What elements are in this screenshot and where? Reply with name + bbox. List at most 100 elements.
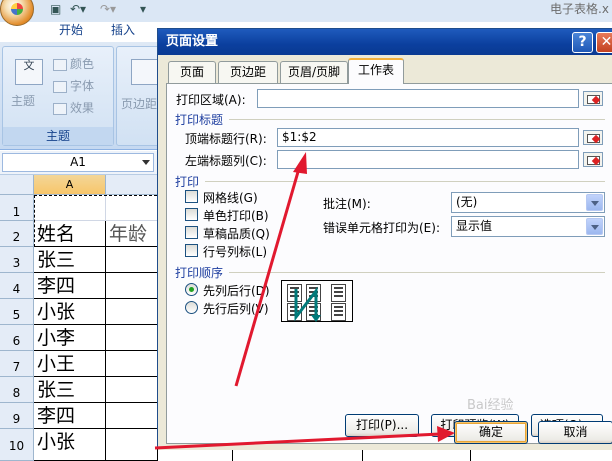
left-cols-label: 左端标题列(C): (185, 154, 267, 168)
draft-checkbox[interactable] (185, 226, 198, 239)
row-header-8[interactable]: 8 (0, 377, 34, 403)
left-cols-collapse-icon[interactable] (583, 152, 603, 167)
undo-icon[interactable]: ↶▾ (70, 2, 86, 18)
column-header-a[interactable]: A (34, 175, 106, 195)
errors-select[interactable]: 显示值 (451, 216, 605, 237)
row-header-1[interactable]: 1 (0, 195, 34, 221)
chevron-down-icon[interactable] (586, 218, 603, 235)
mono-checkbox[interactable] (185, 208, 198, 221)
page-setup-dialog: 页面设置 ? ✕ 页面 页边距 页眉/页脚 工作表 打印区域(A): 打印标题 … (157, 28, 612, 450)
mono-label[interactable]: 单色打印(B) (203, 207, 269, 224)
print-area-collapse-icon[interactable] (583, 91, 603, 106)
dialog-title-bar[interactable]: 页面设置 (158, 29, 612, 55)
tab-insert[interactable]: 插入 (100, 20, 146, 42)
sheet-tab-panel: 打印区域(A): 打印标题 顶端标题行(R): $1:$2 左端标题列(C): … (166, 83, 612, 444)
effects-icon (53, 102, 67, 115)
cell-a1[interactable] (34, 195, 106, 221)
dialog-title: 页面设置 (166, 34, 219, 49)
cell-a9[interactable]: 李四 (34, 403, 106, 429)
draft-label[interactable]: 草稿品质(Q) (203, 225, 270, 242)
watermark: Bai经验 (467, 398, 514, 413)
print-order-section: 打印顺序 (175, 266, 224, 280)
row-header-3[interactable]: 3 (0, 247, 34, 273)
divider (229, 272, 605, 273)
help-icon[interactable]: ? (572, 32, 593, 53)
dialog-body: 页面 页边距 页眉/页脚 工作表 打印区域(A): 打印标题 顶端标题行(R):… (158, 55, 612, 450)
quick-access-toolbar (0, 0, 612, 22)
print-area-input[interactable] (257, 89, 579, 108)
cancel-button[interactable]: 取消 (538, 421, 612, 444)
chevron-down-icon[interactable] (586, 194, 603, 211)
cell-a2[interactable]: 姓名 (34, 221, 106, 247)
row-header-6[interactable]: 6 (0, 325, 34, 351)
margins-button[interactable]: 页边距 (121, 95, 157, 112)
cell-b9[interactable] (106, 403, 158, 429)
print-section: 打印 (175, 175, 200, 189)
office-button[interactable] (0, 0, 34, 26)
chevron-down-icon[interactable] (142, 160, 150, 165)
print-button[interactable]: 打印(P)... (345, 414, 419, 437)
cell-b10[interactable] (106, 429, 158, 461)
row-header-9[interactable]: 9 (0, 403, 34, 429)
redo-icon[interactable]: ↷▾ (100, 2, 116, 18)
themes-icon[interactable]: 文 (15, 59, 43, 85)
tab-page[interactable]: 页面 (168, 61, 216, 83)
down-then-over-radio[interactable] (185, 283, 198, 296)
cell-b3[interactable] (106, 247, 158, 273)
cell-a8[interactable]: 张三 (34, 377, 106, 403)
colors-icon (53, 58, 67, 71)
comments-label: 批注(M): (323, 197, 371, 211)
over-then-down-label[interactable]: 先行后列(V) (203, 300, 269, 317)
gridlines-checkbox[interactable] (185, 190, 198, 203)
ok-button[interactable]: 确定 (454, 421, 528, 444)
cell-a6[interactable]: 小李 (34, 325, 106, 351)
row-header-10[interactable]: 10 (0, 429, 34, 461)
top-rows-label: 顶端标题行(R): (185, 132, 267, 146)
tab-header-footer[interactable]: 页眉/页脚 (280, 61, 348, 83)
fonts-icon (53, 80, 67, 93)
customize-qa-icon[interactable]: ▾ (140, 2, 146, 18)
select-all-corner[interactable] (0, 175, 34, 195)
close-icon[interactable]: ✕ (596, 32, 612, 53)
column-header-b[interactable] (106, 175, 158, 195)
gridlines-label[interactable]: 网格线(G) (203, 189, 258, 206)
themes-button[interactable]: 主题 (11, 92, 35, 109)
cell-a4[interactable]: 李四 (34, 273, 106, 299)
top-rows-input[interactable]: $1:$2 (277, 128, 579, 147)
down-then-over-label[interactable]: 先列后行(D) (203, 282, 270, 299)
tab-margins[interactable]: 页边距 (218, 61, 278, 83)
left-cols-input[interactable] (277, 150, 579, 169)
row-header-2[interactable]: 2 (0, 221, 34, 247)
comments-select[interactable]: (无) (451, 192, 605, 213)
tab-sheet[interactable]: 工作表 (348, 58, 404, 84)
colors-button[interactable]: 颜色 (53, 55, 94, 72)
cell-b8[interactable] (106, 377, 158, 403)
themes-group: 文 主题 颜色 字体 效果 主题 (2, 46, 114, 146)
over-then-down-radio[interactable] (185, 301, 198, 314)
cell-b6[interactable] (106, 325, 158, 351)
row-header-5[interactable]: 5 (0, 299, 34, 325)
cell-a7[interactable]: 小王 (34, 351, 106, 377)
cell-a3[interactable]: 张三 (34, 247, 106, 273)
tab-home[interactable]: 开始 (46, 20, 96, 42)
themes-group-label: 主题 (3, 127, 113, 145)
cell-b2[interactable]: 年龄 (106, 221, 158, 247)
headings-label[interactable]: 行号列标(L) (203, 243, 267, 260)
save-icon[interactable]: ▣ (50, 2, 61, 18)
cell-a5[interactable]: 小张 (34, 299, 106, 325)
print-order-preview (281, 280, 353, 322)
fonts-button[interactable]: 字体 (53, 77, 94, 94)
row-header-4[interactable]: 4 (0, 273, 34, 299)
effects-button[interactable]: 效果 (53, 99, 94, 116)
cell-b4[interactable] (106, 273, 158, 299)
top-rows-collapse-icon[interactable] (583, 130, 603, 145)
cell-b5[interactable] (106, 299, 158, 325)
row-header-7[interactable]: 7 (0, 351, 34, 377)
name-box[interactable]: A1 (2, 153, 154, 172)
headings-checkbox[interactable] (185, 244, 198, 257)
cell-b1[interactable] (106, 195, 158, 221)
margins-icon[interactable] (131, 59, 159, 85)
print-area-label: 打印区域(A): (176, 93, 246, 107)
cell-a10[interactable]: 小张 (34, 429, 106, 461)
cell-b7[interactable] (106, 351, 158, 377)
